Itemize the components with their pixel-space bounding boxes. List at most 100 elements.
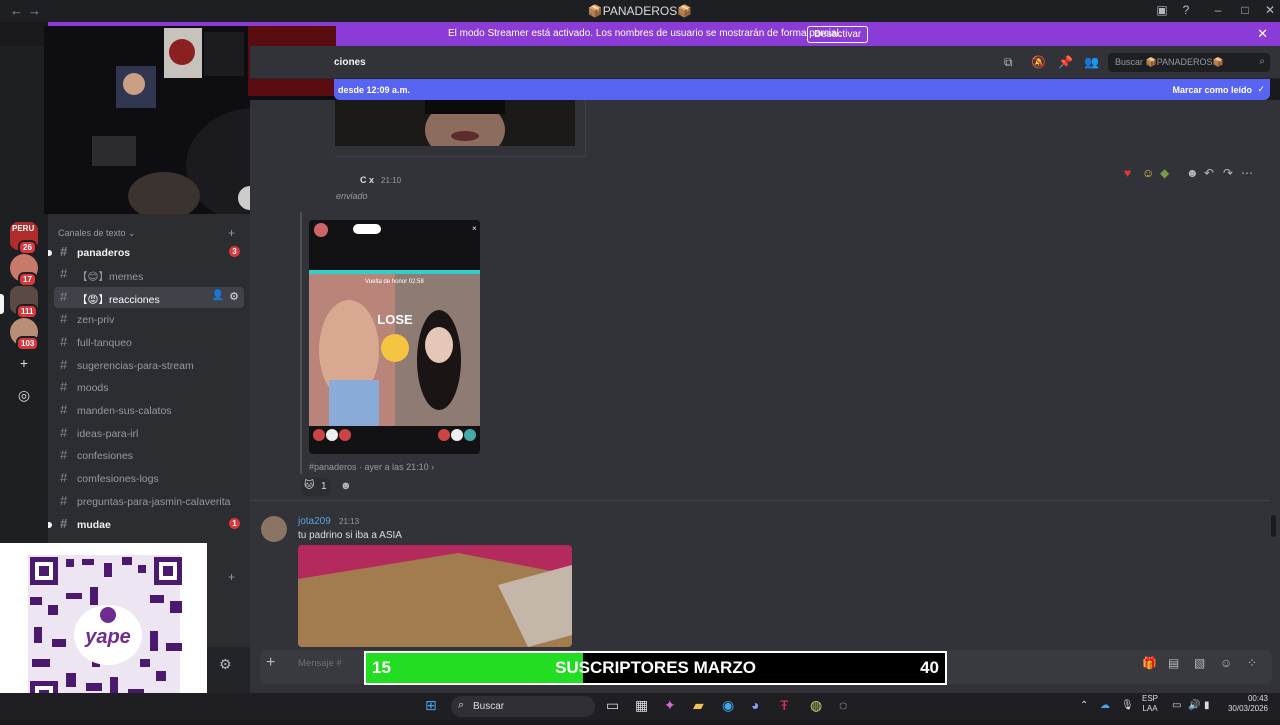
add-icon[interactable]: + (228, 570, 235, 584)
show-hidden-icons-icon[interactable]: ⌃ (1080, 700, 1088, 711)
server-icon-panaderos[interactable]: 111 (10, 286, 39, 319)
message-input[interactable]: Mensaje # (298, 658, 342, 669)
battery-icon[interactable]: ▮ (1204, 700, 1210, 711)
minimize-icon[interactable]: – (1210, 3, 1226, 17)
gift-icon[interactable]: 🎁 (1142, 656, 1157, 670)
channel-moods[interactable]: # moods (54, 377, 244, 398)
message-author[interactable]: jota209 (298, 516, 331, 527)
embed-close-icon: × (472, 224, 477, 233)
message-timestamp: 21:10 (381, 176, 402, 185)
maximize-icon[interactable]: □ (1237, 3, 1253, 17)
channel-reacciones[interactable]: # 【😡】reacciones 👤 ⚙ (54, 287, 244, 308)
hash-icon: # (60, 425, 68, 440)
channel-sugerencias[interactable]: # sugerencias-para-stream (54, 355, 244, 376)
avatar[interactable] (261, 516, 287, 542)
copilot-icon[interactable]: ✦ (664, 697, 676, 714)
message-actions-toolbar: ♥ ☺ ◆ ☻ ↶ ↷ ⋯ (1120, 163, 1260, 185)
category-label: Canales de texto (58, 228, 126, 238)
microphone-icon[interactable]: 🎙 (1121, 700, 1134, 711)
embed-image: LOSE Vuelta de honor 02:58 × (309, 220, 480, 454)
discover-icon[interactable]: ◎ (14, 385, 34, 405)
windows-start-icon[interactable]: ⊞ (425, 697, 437, 714)
volume-icon[interactable]: 🔊 (1188, 700, 1200, 711)
laugh-reaction-icon[interactable]: ☺ (1142, 166, 1154, 180)
edge-icon[interactable]: ◉ (722, 697, 734, 714)
new-messages-bar[interactable]: desde 12:09 a.m. Marcar como leído ✓ (334, 79, 1270, 100)
calculator-icon[interactable]: ▦ (635, 697, 648, 714)
upload-plus-icon[interactable]: + (266, 654, 275, 672)
embed-lose-text: LOSE (377, 312, 413, 327)
channel-full-tanqueo[interactable]: # full-tanqueo (54, 332, 244, 353)
discord-icon[interactable]: ◕ (751, 697, 759, 713)
file-explorer-icon[interactable]: ▰ (693, 697, 704, 714)
add-reaction-icon[interactable]: ☻ (340, 480, 352, 492)
reaction-pill[interactable]: 🐱 1 (301, 478, 331, 496)
server-icon[interactable]: 17 (10, 254, 38, 287)
previous-image-attachment[interactable] (335, 100, 575, 160)
close-window-icon[interactable]: ✕ (1262, 3, 1278, 17)
app-icon[interactable]: ◍ (810, 697, 822, 714)
taskbar-search-placeholder: Buscar (473, 701, 505, 712)
deactivate-streamer-button[interactable]: Desactivar (807, 26, 869, 43)
threads-icon[interactable]: ⧉ (1004, 55, 1013, 70)
server-icon[interactable]: 103 (10, 318, 40, 351)
reply-icon[interactable]: ↶ (1204, 166, 1214, 180)
category-text-channels[interactable]: Canales de texto ⌄ (58, 228, 136, 239)
gear-icon[interactable]: ⚙ (229, 290, 239, 303)
close-banner-icon[interactable]: ✕ (1257, 26, 1268, 42)
apps-icon[interactable]: ⁘ (1247, 656, 1257, 670)
hash-icon: # (60, 289, 68, 304)
server-badge: 26 (18, 240, 37, 255)
invite-icon[interactable]: 👤 (212, 290, 224, 301)
hash-icon: # (60, 357, 68, 372)
add-server-icon[interactable]: + (14, 353, 34, 373)
server-icon-peru[interactable]: PERU 26 (10, 222, 38, 255)
mute-icon[interactable]: 🔕 (1031, 55, 1046, 69)
channel-zen-priv[interactable]: # zen-priv (54, 309, 244, 330)
heart-reaction-icon[interactable]: ♥ (1124, 166, 1131, 180)
message-image-attachment[interactable] (298, 545, 572, 647)
channel-label: sugerencias-para-stream (77, 360, 194, 372)
more-options-icon[interactable]: ⋯ (1241, 166, 1253, 180)
user-settings-gear-icon[interactable]: ⚙ (219, 656, 232, 673)
taskbar-search[interactable]: ⌕ Buscar (451, 696, 595, 717)
channel-confesiones[interactable]: # confesiones (54, 445, 244, 466)
inbox-icon[interactable]: ▣ (1154, 3, 1170, 17)
channel-mudae[interactable]: # mudae 1 (48, 514, 244, 535)
forward-source[interactable]: #panaderos · ayer a las 21:10 › (309, 462, 434, 472)
members-icon[interactable]: 👥 (1084, 55, 1099, 69)
channel-manden[interactable]: # manden-sus-calatos (54, 400, 244, 421)
user-tag[interactable]: C x (360, 175, 374, 185)
add-reaction-icon[interactable]: ☻ (1186, 166, 1199, 180)
chrome-icon[interactable]: ◌ (839, 697, 847, 713)
custom-reaction-icon[interactable]: ◆ (1160, 166, 1169, 180)
channel-preguntas[interactable]: # preguntas-para-jasmin-calaverita (54, 491, 244, 512)
hash-icon: # (60, 266, 68, 281)
channel-comfesiones-logs[interactable]: # comfesiones-logs (54, 468, 244, 489)
mark-as-read-button[interactable]: Marcar como leído (1172, 85, 1252, 95)
input-language[interactable]: ESP LAA (1142, 694, 1158, 714)
tiktok-tf-icon[interactable]: Ŧ (780, 697, 789, 713)
forward-source-channel[interactable]: #panaderos (309, 462, 357, 472)
task-view-icon[interactable]: ▭ (606, 697, 619, 714)
scrollbar-thumb[interactable] (1271, 515, 1276, 537)
add-channel-icon[interactable]: + (228, 226, 235, 240)
emoji-icon[interactable]: ☺ (1220, 656, 1232, 670)
help-icon[interactable]: ? (1178, 3, 1194, 17)
channel-ideas-para-irl[interactable]: # ideas-para-irl (54, 423, 244, 444)
network-icon[interactable]: ▭ (1172, 700, 1181, 711)
forward-icon[interactable]: ↷ (1223, 166, 1233, 180)
new-messages-since: desde 12:09 a.m. (338, 85, 411, 95)
forwarded-video-embed[interactable]: LOSE Vuelta de honor 02:58 × (309, 220, 480, 454)
system-clock[interactable]: 00:43 30/03/2026 (1222, 694, 1268, 714)
onedrive-icon[interactable]: ☁ (1100, 700, 1110, 711)
goal-label: SUSCRIPTORES MARZO (555, 658, 756, 677)
channel-panaderos[interactable]: # panaderos 3 (48, 242, 244, 263)
pin-icon[interactable]: 📌 (1058, 55, 1073, 69)
sticker-icon[interactable]: ▧ (1194, 656, 1205, 670)
search-input[interactable]: Buscar 📦PANADEROS📦 ⌕ (1108, 53, 1270, 72)
channel-memes[interactable]: # 【😊】memes (54, 264, 244, 285)
gif-icon[interactable]: ▤ (1168, 656, 1179, 670)
search-placeholder: Buscar 📦PANADEROS📦 (1115, 57, 1224, 67)
windows-taskbar: ⊞ ⌕ Buscar ▭ ▦ ✦ ▰ ◉ ◕ Ŧ ◍ ◌ ⌃ ☁ 🎙 ESP L… (0, 693, 1280, 720)
